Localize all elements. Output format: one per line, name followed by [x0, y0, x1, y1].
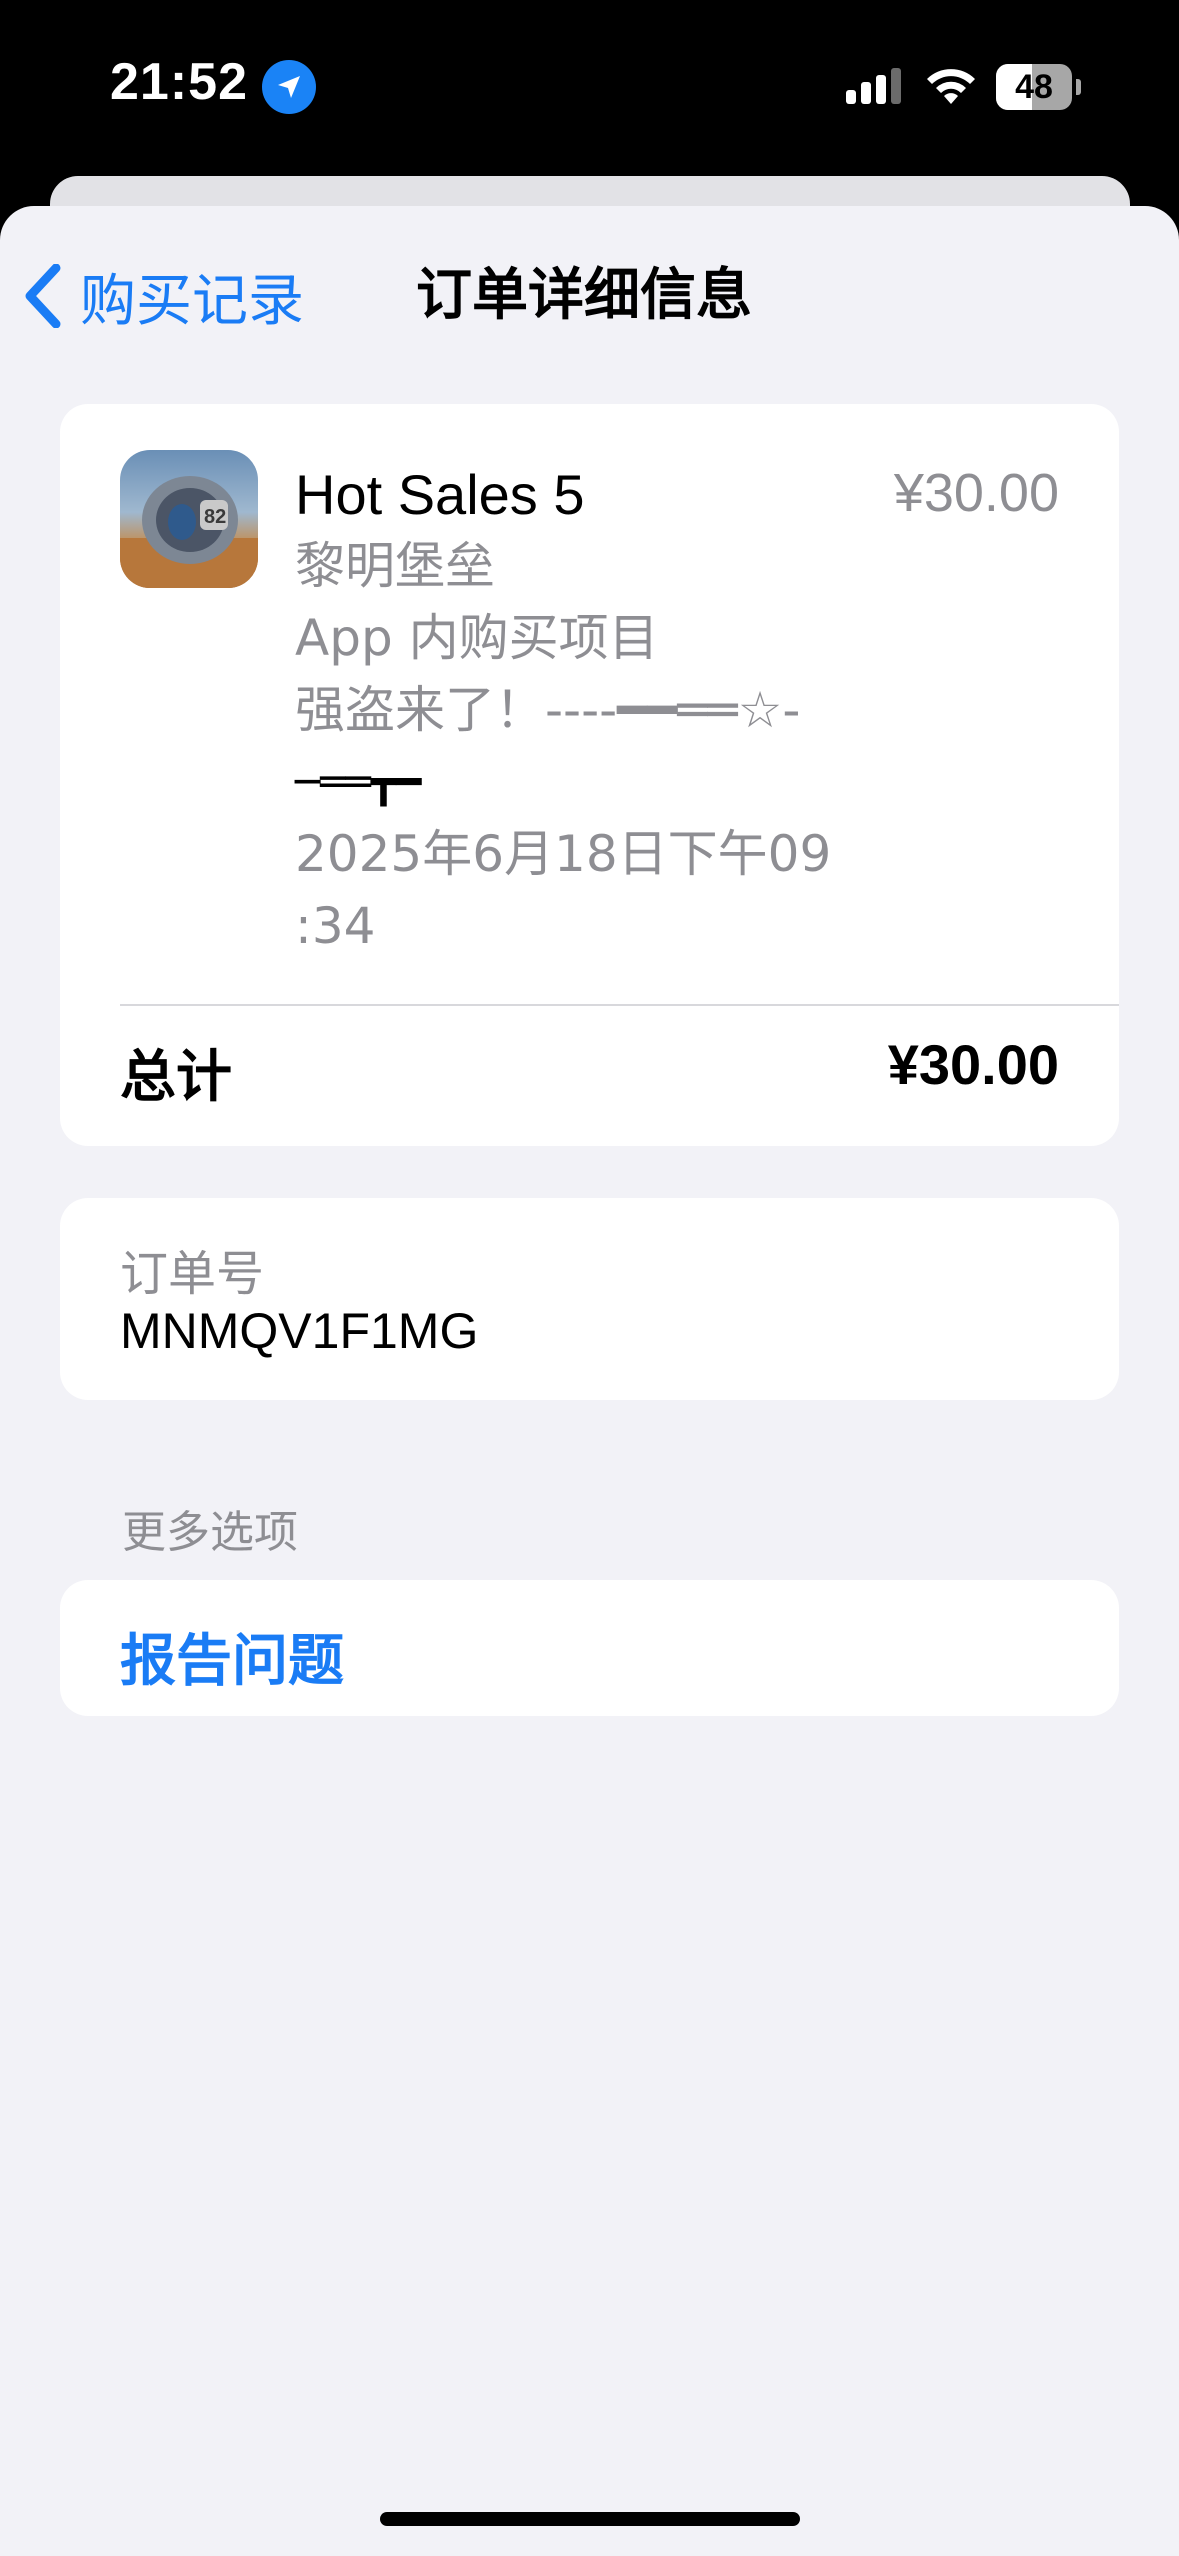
wifi-icon: [927, 69, 975, 104]
battery-level: 48: [1015, 68, 1053, 106]
purchase-card: 82 Hot Sales 5 ¥30.00 黎明堡垒 App 内购买项目 强盗来…: [60, 404, 1119, 1146]
report-problem-button[interactable]: 报告问题: [60, 1580, 1119, 1716]
app-icon[interactable]: 82: [120, 450, 258, 588]
order-number-value: MNMQV1F1MG: [120, 1303, 479, 1359]
navigation-bar: 购买记录 订单详细信息: [0, 246, 1179, 346]
order-number-label: 订单号: [120, 1246, 265, 1302]
order-number-card: 订单号 MNMQV1F1MG: [60, 1198, 1119, 1400]
page-title: 订单详细信息: [416, 263, 752, 328]
app-name: Hot Sales 5: [295, 463, 585, 526]
chevron-left-icon: [25, 264, 61, 328]
cellular-signal-icon: [846, 68, 901, 104]
status-bar: 21:52 48: [0, 0, 1179, 176]
report-problem-label: 报告问题: [120, 1629, 344, 1694]
home-indicator[interactable]: [380, 2512, 800, 2526]
battery-tip: [1076, 79, 1081, 95]
battery-body: 48: [996, 64, 1072, 110]
order-details-sheet: 购买记录 订单详细信息 82 Hot Sales 5 ¥30.00 黎明堡垒 A…: [0, 206, 1179, 2556]
svg-text:82: 82: [204, 506, 226, 528]
back-button[interactable]: 购买记录: [24, 246, 304, 346]
purchase-type: App 内购买项目: [295, 609, 659, 667]
item-name-line-2: ─══┳━: [295, 757, 422, 806]
purchase-date-line-2: :34: [295, 897, 376, 955]
more-options-header: 更多选项: [122, 1507, 298, 1558]
divider: [120, 1004, 1119, 1006]
purchase-date-line-1: 2025年6月18日下午09: [295, 825, 832, 883]
developer-name: 黎明堡垒: [295, 537, 495, 595]
back-button-label: 购买记录: [80, 268, 304, 334]
total-label: 总计: [120, 1045, 232, 1110]
battery-icon: 48: [996, 64, 1081, 110]
status-time: 21:52: [110, 53, 248, 111]
location-arrow-icon: [262, 60, 316, 114]
total-value: ¥30.00: [887, 1033, 1059, 1096]
item-name-line-1: 强盗来了！----━━══☆-: [295, 681, 801, 739]
item-price: ¥30.00: [893, 463, 1059, 523]
